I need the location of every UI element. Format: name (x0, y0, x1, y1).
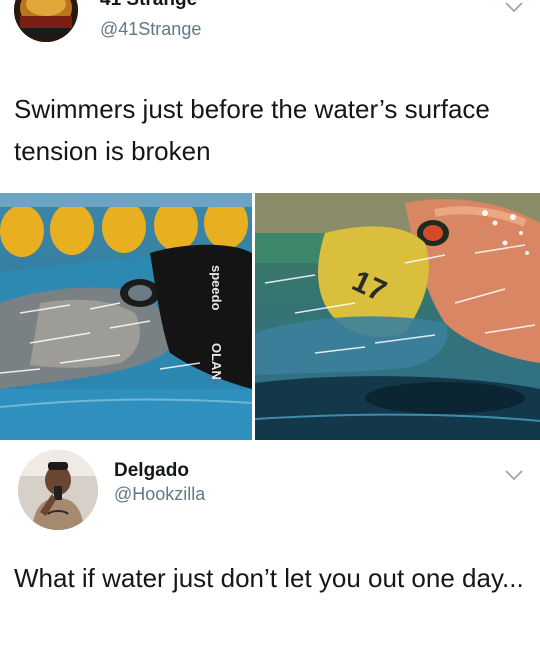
avatar[interactable] (18, 450, 98, 530)
display-name[interactable]: Delgado (114, 460, 189, 482)
display-name[interactable]: 41 Strange (100, 0, 197, 11)
media-image-right[interactable]: 17 (255, 193, 540, 440)
handle[interactable]: @41Strange (100, 19, 201, 40)
chevron-down-icon[interactable] (503, 0, 525, 14)
media-image-left[interactable]: OLAN speedo (0, 193, 252, 440)
handle[interactable]: @Hookzilla (114, 484, 205, 505)
avatar[interactable] (14, 0, 78, 42)
svg-text:OLAN: OLAN (209, 343, 224, 380)
tweet-media[interactable]: OLAN speedo 17 (0, 193, 540, 440)
tweet-41strange: 41 Strange @41Strange Swimmers just befo… (0, 0, 540, 440)
svg-text:speedo: speedo (209, 265, 224, 311)
tweet-text: What if water just don’t let you out one… (14, 563, 524, 593)
chevron-down-icon[interactable] (503, 468, 525, 482)
tweet-text: Swimmers just before the water’s surface… (14, 94, 490, 166)
tweet-delgado: Delgado @Hookzilla What if water just do… (0, 440, 540, 645)
